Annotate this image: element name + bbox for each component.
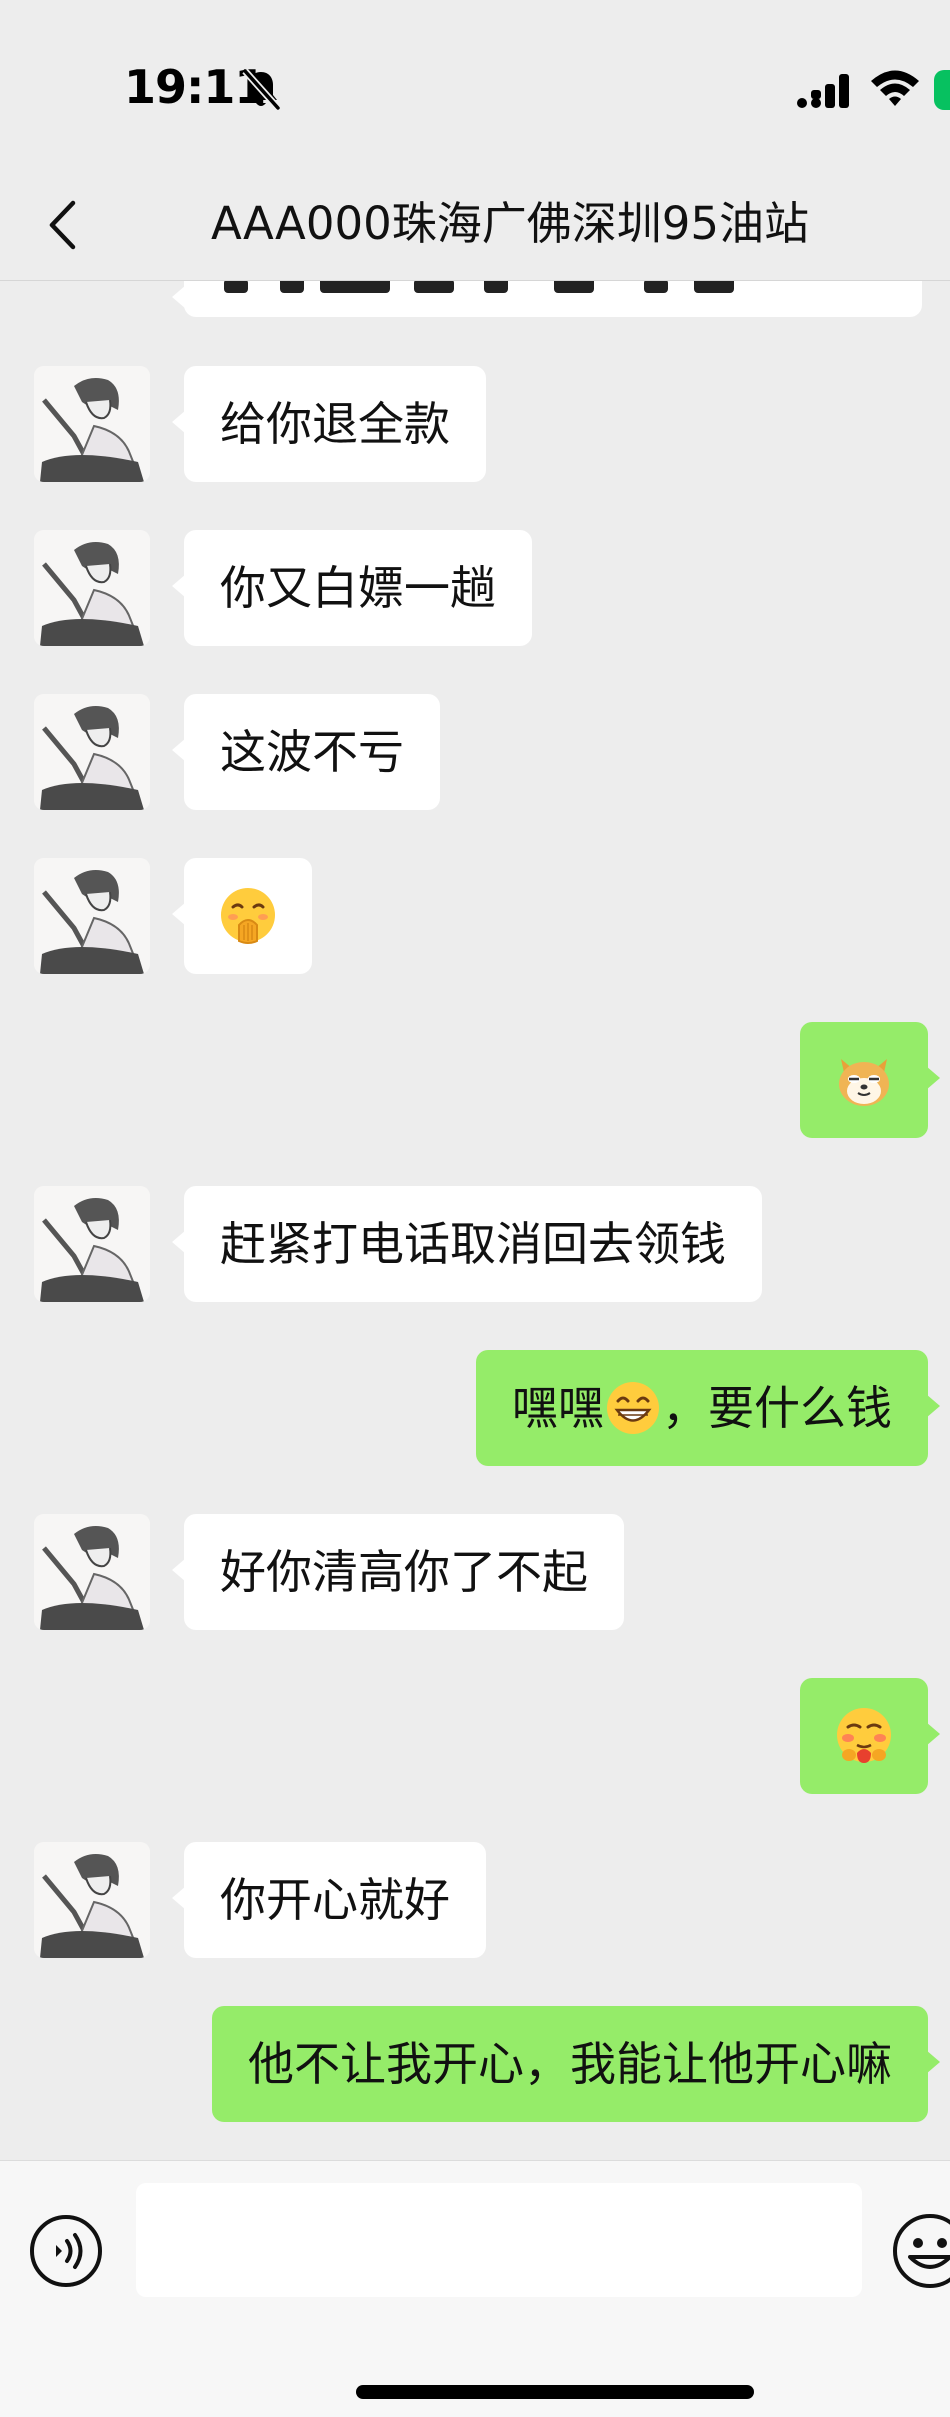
avatar-illustration <box>34 1842 150 1958</box>
outgoing-bubble[interactable] <box>800 1678 940 1794</box>
contact-avatar[interactable] <box>34 530 150 646</box>
avatar-illustration <box>34 858 150 974</box>
message-text: 这波不亏 <box>220 725 404 779</box>
grinning-face-emoji <box>607 1381 659 1434</box>
incoming-bubble[interactable]: 好你清高你了不起 <box>172 1514 624 1630</box>
avatar-illustration <box>34 1186 150 1302</box>
chat-header: AAA000珠海广佛深圳95油站 <box>0 170 950 281</box>
message-text-before: 嘿嘿 <box>512 1381 604 1435</box>
incoming-bubble[interactable]: 这波不亏 <box>172 694 440 810</box>
message-text: 给你退全款 <box>220 397 450 451</box>
message-text: 你又白嫖一趟 <box>220 561 496 615</box>
incoming-bubble[interactable] <box>172 858 312 974</box>
partial-bubble <box>172 281 922 317</box>
chat-title: AAA000珠海广佛深圳95油站 <box>210 197 809 250</box>
signal-icon <box>797 74 849 108</box>
hand-over-mouth-emoji <box>221 888 275 944</box>
voice-wave-icon[interactable] <box>28 2213 104 2289</box>
message-text: 好你清高你了不起 <box>220 1545 588 1599</box>
avatar-illustration <box>34 366 150 482</box>
contact-avatar[interactable] <box>34 858 150 974</box>
outgoing-bubble[interactable]: 嘿嘿 ，要什么钱 <box>476 1350 940 1466</box>
home-indicator[interactable] <box>356 2385 754 2399</box>
contact-avatar[interactable] <box>34 366 150 482</box>
message-text: 你开心就好 <box>220 1873 450 1927</box>
avatar-illustration <box>34 694 150 810</box>
avatar-illustration <box>34 530 150 646</box>
blushing-hug-emoji <box>837 1708 891 1763</box>
avatar-illustration <box>34 1514 150 1630</box>
contact-avatar[interactable] <box>34 1186 150 1302</box>
message-text-after: ，要什么钱 <box>662 1381 892 1435</box>
contact-avatar[interactable] <box>34 1514 150 1630</box>
message-text: 赶紧打电话取消回去领钱 <box>220 1217 726 1271</box>
incoming-bubble[interactable]: 你开心就好 <box>172 1842 486 1958</box>
contact-avatar[interactable] <box>34 694 150 810</box>
incoming-bubble[interactable]: 赶紧打电话取消回去领钱 <box>172 1186 762 1302</box>
chevron-left-icon <box>49 200 76 250</box>
back-button[interactable] <box>30 190 94 260</box>
message-list[interactable]: 给你退全款 你又白嫖一趟 这波不亏 赶紧打电话取消回去领钱 嘿嘿 ，要什么钱 好… <box>0 281 950 2161</box>
outgoing-bubble[interactable]: 他不让我开心，我能让他开心嘛 <box>212 2006 940 2122</box>
message-input[interactable] <box>136 2183 862 2297</box>
contact-avatar[interactable] <box>34 1842 150 1958</box>
shiba-dog-face-emoji <box>839 1059 889 1106</box>
smiley-icon[interactable] <box>890 2211 950 2291</box>
cut-off-text-fragment <box>224 281 734 293</box>
wifi-icon <box>871 70 919 106</box>
bell-slash-icon <box>242 68 281 111</box>
incoming-bubble[interactable]: 你又白嫖一趟 <box>172 530 532 646</box>
input-toolbar <box>0 2160 950 2417</box>
status-bar: 19:11 <box>0 0 950 170</box>
incoming-bubble[interactable]: 给你退全款 <box>172 366 486 482</box>
message-text: 他不让我开心，我能让他开心嘛 <box>248 2037 892 2091</box>
outgoing-bubble[interactable] <box>800 1022 940 1138</box>
battery-icon <box>934 70 950 110</box>
